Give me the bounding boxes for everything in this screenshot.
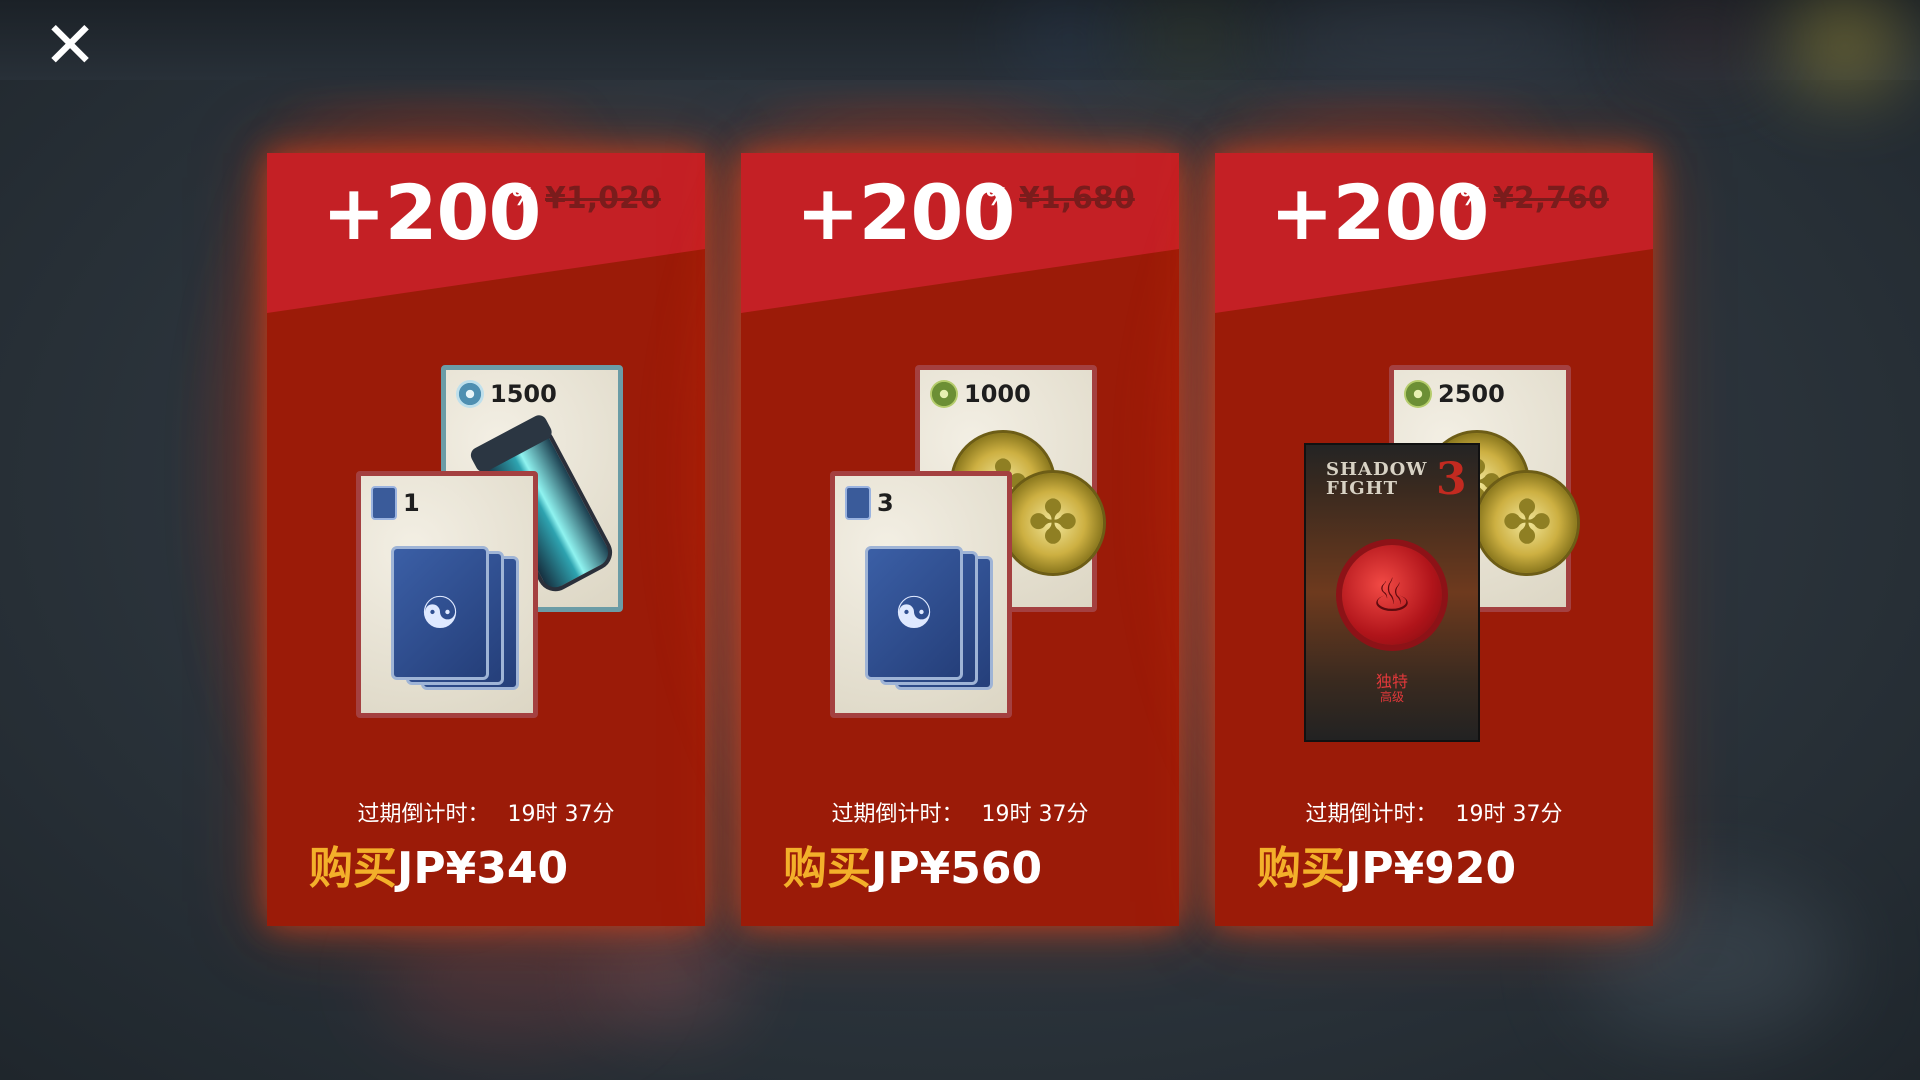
reward-quantity: 2500 (1438, 380, 1505, 408)
close-icon: ✕ (43, 9, 97, 83)
pack-tag-subtext: 高级 (1379, 689, 1404, 704)
reward-card-pack: 1 ☯ (356, 471, 538, 718)
buy-price: JP¥340 (397, 843, 569, 894)
buy-button[interactable]: 购买JP¥920 (1257, 847, 1516, 891)
bonus-value: +200 (322, 168, 541, 257)
bonus-unit: % (512, 183, 537, 211)
pack-tag-text: 独特 (1375, 672, 1408, 691)
buy-button[interactable]: 购买JP¥340 (309, 847, 568, 891)
buy-price: JP¥920 (1345, 843, 1517, 894)
original-price: ¥1,020 (545, 181, 661, 216)
blurred-hud-element (1260, 10, 1600, 70)
timer-label: 过期倒计时： (357, 802, 490, 827)
buy-label: 购买 (309, 843, 397, 894)
coin-icon (1474, 470, 1580, 576)
card-pack-icon (371, 486, 397, 520)
original-price: ¥2,760 (1493, 181, 1609, 216)
reward-quantity: 1000 (964, 380, 1031, 408)
offer-card-1[interactable]: +200 % ¥1,020 1500 1 ☯ 过期倒计时： 19时 37分 购买J… (267, 153, 705, 926)
timer-label: 过期倒计时： (1305, 802, 1438, 827)
blurred-hud-element (1640, 10, 1760, 70)
bonus-value: +200 (796, 168, 1015, 257)
timer-label: 过期倒计时： (831, 802, 964, 827)
energy-swirl-icon (456, 380, 484, 408)
blurred-hud-element (1130, 10, 1250, 70)
bonus-value: +200 (1270, 168, 1489, 257)
original-price: ¥1,680 (1019, 181, 1135, 216)
bonus-unit: % (986, 183, 1011, 211)
close-button[interactable]: ✕ (38, 14, 102, 78)
pack-logo-number: 3 (1436, 454, 1468, 505)
offer-card-2[interactable]: +200 % ¥1,680 1000 3 ☯ 过期倒计时： 19时 37分 购买J… (741, 153, 1179, 926)
coin-icon (930, 380, 958, 408)
wax-seal-icon (1342, 545, 1442, 645)
pack-tag: 独特 高级 (1306, 673, 1478, 704)
coin-icon (1404, 380, 1432, 408)
buy-label: 购买 (783, 843, 871, 894)
reward-quantity: 1500 (490, 380, 557, 408)
reward-quantity: 1 (403, 489, 420, 517)
blurred-hud-element (1010, 10, 1130, 70)
coin-icon (1000, 470, 1106, 576)
buy-button[interactable]: 购买JP¥560 (783, 847, 1042, 891)
expiry-timer: 过期倒计时： 19时 37分 (1215, 796, 1653, 828)
offer-card-3[interactable]: +200 % ¥2,760 2500 SHADOW FIGHT 3 独特 高级 … (1215, 153, 1653, 926)
timer-value: 19时 37分 (981, 802, 1089, 827)
bonus-unit: % (1460, 183, 1485, 211)
shadow-fight-3-pack: SHADOW FIGHT 3 独特 高级 (1304, 443, 1480, 742)
reward-card-pack: 3 ☯ (830, 471, 1012, 718)
blurred-top-bar (0, 0, 1920, 80)
card-pack-icon (845, 486, 871, 520)
pack-logo-text: SHADOW FIGHT (1326, 459, 1428, 499)
pack-logo: SHADOW FIGHT 3 (1326, 456, 1478, 502)
expiry-timer: 过期倒计时： 19时 37分 (267, 796, 705, 828)
timer-value: 19时 37分 (507, 802, 615, 827)
buy-price: JP¥560 (871, 843, 1043, 894)
expiry-timer: 过期倒计时： 19时 37分 (741, 796, 1179, 828)
reward-quantity: 3 (877, 489, 894, 517)
blurred-hud-coin (1790, 5, 1900, 85)
timer-value: 19时 37分 (1455, 802, 1563, 827)
buy-label: 购买 (1257, 843, 1345, 894)
